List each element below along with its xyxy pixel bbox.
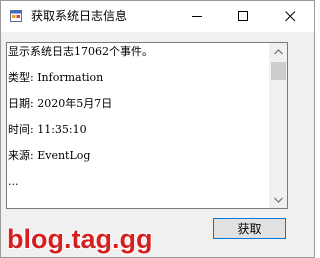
log-line-blank: [8, 110, 268, 123]
app-window-icon: [10, 10, 22, 22]
log-line-time: 时间: 11:35:10: [8, 123, 87, 136]
log-text-content: 显示系统日志17062个事件。 类型: Information 日期: 2020…: [8, 45, 268, 188]
title-bar[interactable]: 获取系统日志信息: [1, 1, 314, 32]
minimize-button[interactable]: [174, 1, 220, 32]
scroll-down-button[interactable]: [270, 191, 287, 208]
maximize-icon: [237, 11, 248, 21]
main-window: 获取系统日志信息 显示系统日志17062个事件。 类型: Information…: [0, 0, 315, 258]
window-title: 获取系统日志信息: [31, 9, 128, 23]
fetch-button[interactable]: 获取: [213, 218, 286, 239]
scroll-up-arrow-icon: [274, 48, 283, 54]
scroll-down-arrow-icon: [274, 197, 283, 203]
log-line-date: 日期: 2020年5月7日: [8, 97, 113, 110]
log-line-cutoff: ...: [8, 175, 19, 188]
log-line-blank: [8, 58, 268, 71]
log-textbox[interactable]: 显示系统日志17062个事件。 类型: Information 日期: 2020…: [6, 42, 288, 209]
log-line-type: 类型: Information: [8, 71, 104, 84]
vertical-scrollbar[interactable]: [269, 43, 287, 208]
scroll-up-button[interactable]: [270, 43, 287, 60]
log-line-summary: 显示系统日志17062个事件。: [8, 45, 153, 58]
log-line-blank: [8, 84, 268, 97]
close-icon: [284, 11, 295, 22]
maximize-button[interactable]: [220, 1, 266, 32]
log-line-blank: [8, 136, 268, 149]
minimize-icon: [191, 16, 202, 17]
log-line-source: 来源: EventLog: [8, 149, 91, 162]
log-line-blank: [8, 162, 268, 175]
close-button[interactable]: [267, 1, 313, 32]
watermark-text: blog.tag.gg: [6, 223, 153, 255]
scroll-thumb[interactable]: [271, 62, 286, 80]
